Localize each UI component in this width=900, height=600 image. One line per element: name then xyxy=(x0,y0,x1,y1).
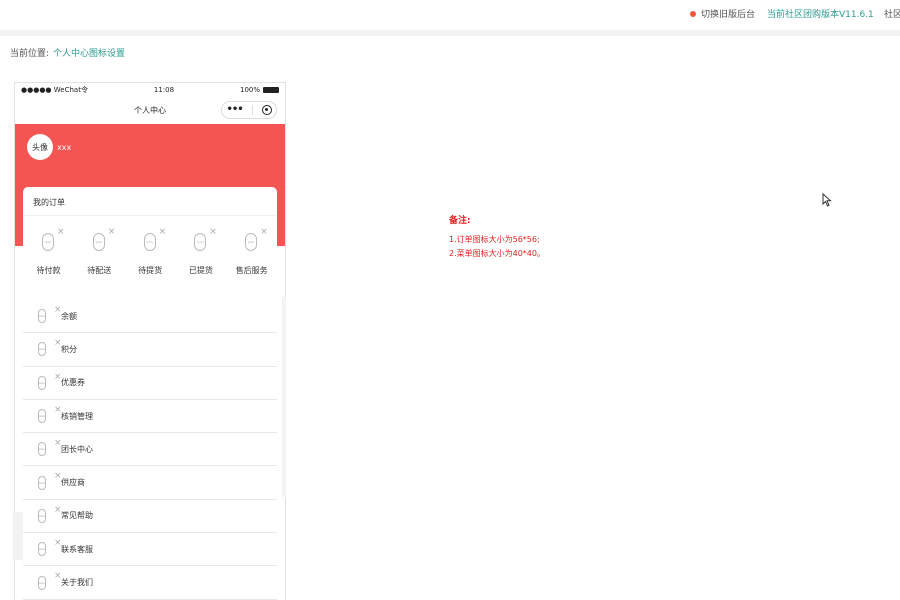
battery-percent: 100% xyxy=(239,86,260,94)
user-name: xxx xyxy=(57,143,72,152)
battery-icon xyxy=(263,87,279,93)
menu-item-faq[interactable]: icon × 常见帮助 xyxy=(23,500,277,534)
menu-item-points[interactable]: icon × 积分 xyxy=(23,333,277,367)
notes-panel: 备注: 1.订单图标大小为56*56; 2.菜单图标大小为40*40。 xyxy=(449,214,545,261)
switch-old-admin-link[interactable]: 切换旧版后台 xyxy=(690,7,755,20)
order-item-after-sales[interactable]: icon × 售后服务 xyxy=(226,227,277,277)
capsule-divider xyxy=(251,105,253,115)
menu-item-verification[interactable]: icon × 核销管理 xyxy=(23,400,277,434)
menu-item-label: 联系客服 xyxy=(61,544,93,554)
remove-icon[interactable]: × xyxy=(108,227,116,237)
breadcrumb-current[interactable]: 个人中心图标设置 xyxy=(53,49,125,59)
switch-old-admin-label: 切换旧版后台 xyxy=(701,10,756,20)
upload-placeholder-icon[interactable]: icon xyxy=(92,233,105,251)
remove-icon[interactable]: × xyxy=(209,227,217,237)
breadcrumb: 当前位置: 个人中心图标设置 xyxy=(10,46,125,59)
menu-item-label: 核销管理 xyxy=(61,411,93,421)
notes-title: 备注: xyxy=(449,216,471,226)
phone-preview: ●●●●● WeChat令 11:08 100% 个人中心 ••• 头像 xxx… xyxy=(14,82,286,600)
menu-item-coupons[interactable]: icon × 优惠券 xyxy=(23,367,277,400)
phone-scrollbar[interactable] xyxy=(282,297,286,497)
phone-nav-bar: 个人中心 ••• xyxy=(15,97,285,124)
order-item-label: 已提货 xyxy=(188,266,213,275)
order-item-label: 待配送 xyxy=(87,266,112,275)
upload-placeholder-icon[interactable]: icon xyxy=(194,233,207,251)
menu-item-leader-center[interactable]: icon × 团长中心 xyxy=(23,433,277,467)
order-item-pending-pickup[interactable]: icon × 待提货 xyxy=(125,227,176,277)
order-item-picked-up[interactable]: icon × 已提货 xyxy=(175,227,226,277)
order-icons-row: icon × 待付款 icon × 待配送 icon × 待提货 icon × … xyxy=(23,227,277,277)
upload-placeholder-icon[interactable]: icon xyxy=(38,342,46,357)
upload-placeholder-icon[interactable]: icon xyxy=(245,233,258,251)
mouse-cursor-icon xyxy=(822,193,832,207)
remove-icon[interactable]: × xyxy=(260,227,268,237)
upload-placeholder-icon[interactable]: icon xyxy=(38,375,46,390)
avatar[interactable]: 头像 xyxy=(27,134,53,160)
upload-placeholder-icon[interactable]: icon xyxy=(38,442,46,457)
upload-placeholder-icon[interactable]: icon xyxy=(38,475,46,490)
upload-placeholder-icon[interactable]: icon xyxy=(38,542,46,557)
profile-menu-list: icon × 余额 icon × 积分 icon × 优惠券 icon × 核销… xyxy=(23,300,277,600)
mini-program-capsule[interactable]: ••• xyxy=(221,101,277,119)
order-item-pending-payment[interactable]: icon × 待付款 xyxy=(23,227,74,277)
menu-item-supplier[interactable]: icon × 供应商 xyxy=(23,466,277,500)
upload-placeholder-icon[interactable]: icon xyxy=(42,233,54,251)
upload-placeholder-icon[interactable]: icon xyxy=(38,508,46,523)
top-bar: 切换旧版后台 当前社区团购版本V11.6.1 社区 xyxy=(0,0,900,36)
upload-placeholder-icon[interactable]: icon xyxy=(38,309,46,324)
close-target-icon[interactable] xyxy=(261,105,272,115)
remove-icon[interactable]: × xyxy=(57,227,65,237)
status-battery: 100% xyxy=(240,86,279,94)
menu-item-label: 优惠券 xyxy=(61,378,85,388)
order-item-label: 售后服务 xyxy=(235,266,268,275)
notes-line-2: 2.菜单图标大小为40*40。 xyxy=(449,249,545,258)
menu-item-label: 团长中心 xyxy=(61,444,93,454)
menu-item-balance[interactable]: icon × 余额 xyxy=(23,300,277,334)
order-item-label: 待付款 xyxy=(36,266,61,275)
menu-item-label: 供应商 xyxy=(61,478,85,488)
upload-placeholder-icon[interactable]: icon xyxy=(38,575,46,590)
order-item-label: 待提货 xyxy=(138,266,163,275)
nav-title: 个人中心 xyxy=(134,106,166,115)
order-item-pending-delivery[interactable]: icon × 待配送 xyxy=(74,227,125,277)
upload-placeholder-icon[interactable]: icon xyxy=(143,233,156,251)
red-dot-icon xyxy=(690,10,696,17)
orders-divider xyxy=(23,215,277,216)
menu-item-label: 余额 xyxy=(61,311,77,321)
status-carrier: ●●●●● WeChat令 xyxy=(21,86,88,94)
orders-title: 我的订单 xyxy=(33,198,65,207)
version-label: 当前社区团购版本V11.6.1 xyxy=(767,10,874,20)
breadcrumb-prefix: 当前位置: xyxy=(10,49,50,59)
remove-icon[interactable]: × xyxy=(159,227,167,237)
upload-placeholder-icon[interactable]: icon xyxy=(38,409,46,424)
my-orders-card: 我的订单 icon × 待付款 icon × 待配送 icon × 待提货 ic… xyxy=(23,187,277,287)
menu-item-label: 积分 xyxy=(61,344,77,354)
side-handle[interactable] xyxy=(13,512,23,560)
more-dots-icon[interactable]: ••• xyxy=(226,105,243,115)
menu-item-customer-service[interactable]: icon × 联系客服 xyxy=(23,533,277,567)
menu-item-label: 关于我们 xyxy=(61,578,93,588)
menu-item-about-us[interactable]: icon × 关于我们 xyxy=(23,566,277,600)
phone-status-bar: ●●●●● WeChat令 11:08 100% xyxy=(15,83,285,97)
status-time: 11:08 xyxy=(153,86,175,94)
notes-line-1: 1.订单图标大小为56*56; xyxy=(449,235,540,244)
menu-item-label: 常见帮助 xyxy=(61,511,93,521)
community-menu-link[interactable]: 社区 xyxy=(884,7,900,20)
